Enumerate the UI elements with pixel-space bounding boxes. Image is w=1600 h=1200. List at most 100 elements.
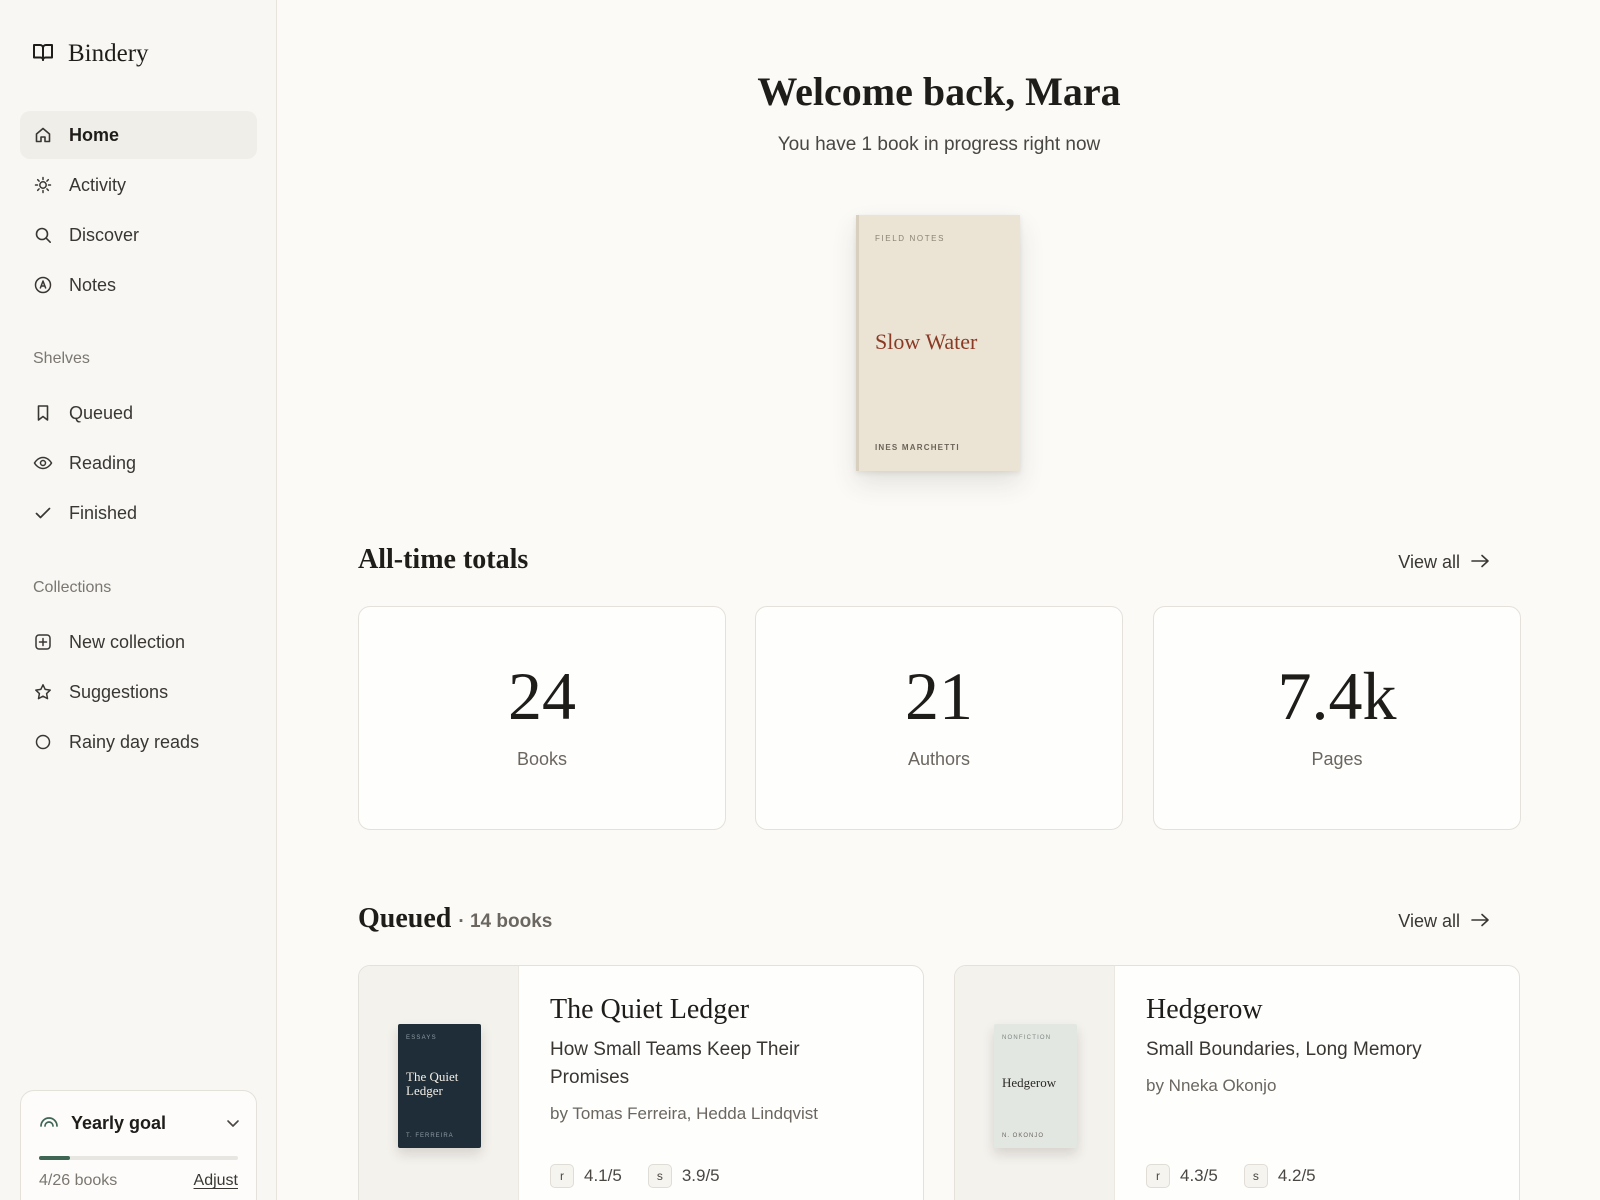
nav-item-activity[interactable]: Activity xyxy=(20,161,257,209)
current-book-cover[interactable]: FIELD NOTES Slow Water INES MARCHETTI xyxy=(856,215,1020,471)
stat-label: Authors xyxy=(907,749,971,769)
bookmark-icon xyxy=(33,403,53,423)
brand[interactable]: Bindery xyxy=(32,40,149,68)
book-ratings: r 4.1/5 s 3.9/5 xyxy=(550,1164,746,1188)
cover-author: T. FERREIRA xyxy=(406,1133,454,1139)
nav-label: Rainy day reads xyxy=(69,731,200,752)
book-author: by Nneka Okonjo xyxy=(1146,1076,1277,1095)
book-subtitle: Small Boundaries, Long Memory xyxy=(1146,1039,1422,1060)
stat-value: 7.4k xyxy=(1277,658,1397,734)
stat-label: Books xyxy=(516,749,568,769)
nav-item-queued[interactable]: Queued xyxy=(20,389,257,437)
totals-view-all-link[interactable]: View all xyxy=(1398,552,1490,573)
at-sign-icon xyxy=(33,275,53,295)
nav-label: Notes xyxy=(69,274,117,295)
cover-author: INES MARCHETTI xyxy=(875,443,960,452)
adjust-goal-link[interactable]: Adjust xyxy=(194,1172,238,1190)
welcome-title: Welcome back, Mara xyxy=(757,69,1121,114)
nav-item-finished[interactable]: Finished xyxy=(20,489,257,537)
book-cover-area: ESSAYS The Quiet Ledger T. FERREIRA xyxy=(359,966,519,1200)
rating-badge-r: r xyxy=(1146,1164,1170,1188)
circle-icon xyxy=(33,732,53,752)
shelves-heading: Shelves xyxy=(33,350,90,367)
view-all-label: View all xyxy=(1398,911,1460,931)
rating-badge-s: s xyxy=(647,1164,672,1188)
main-nav: Home Activity Discover Notes xyxy=(20,111,257,311)
rating-badge-r: r xyxy=(550,1164,574,1188)
yearly-goal-progress-bar xyxy=(39,1156,238,1160)
queued-count: · 14 books xyxy=(458,911,553,932)
nav-item-notes[interactable]: Notes xyxy=(20,261,257,309)
collections-heading: Collections xyxy=(33,579,112,596)
book-ratings: r 4.3/5 s 4.2/5 xyxy=(1146,1164,1342,1188)
nav-label: Reading xyxy=(69,452,137,473)
nav-item-new-collection[interactable]: New collection xyxy=(20,618,257,666)
stat-card-pages: 7.4k Pages xyxy=(1153,606,1521,830)
nav-item-discover[interactable]: Discover xyxy=(20,211,257,259)
app-name: Bindery xyxy=(68,40,149,67)
cover-title: The Quiet Ledger xyxy=(406,1069,459,1098)
nav-label: Queued xyxy=(69,402,134,423)
stat-label: Pages xyxy=(1311,749,1363,769)
book-cover: NONFICTION Hedgerow N. OKONJO xyxy=(994,1024,1077,1148)
yearly-goal-progress-text: 4/26 books xyxy=(39,1172,118,1189)
star-icon xyxy=(33,682,53,702)
nav-item-home[interactable]: Home xyxy=(20,111,257,159)
welcome-subtitle: You have 1 book in progress right now xyxy=(777,134,1101,155)
rating-value: 3.9/5 xyxy=(681,1166,720,1185)
stat-card-authors: 21 Authors xyxy=(755,606,1123,830)
book-title: Hedgerow xyxy=(1146,994,1263,1025)
stat-value: 21 xyxy=(905,658,973,734)
nav-label: Suggestions xyxy=(69,681,169,702)
book-card[interactable]: ESSAYS The Quiet Ledger T. FERREIRA The … xyxy=(358,965,924,1200)
search-icon xyxy=(33,225,53,245)
nav-item-suggestions[interactable]: Suggestions xyxy=(20,668,257,716)
rating-value: 4.3/5 xyxy=(1180,1166,1218,1185)
check-icon xyxy=(33,503,53,523)
book-subtitle: How Small Teams Keep Their Promises xyxy=(550,1039,800,1088)
book-cover: ESSAYS The Quiet Ledger T. FERREIRA xyxy=(398,1024,481,1148)
yearly-goal-header[interactable]: Yearly goal xyxy=(39,1113,240,1134)
book-cover-area: NONFICTION Hedgerow N. OKONJO xyxy=(955,966,1115,1200)
gauge-icon xyxy=(39,1114,59,1133)
main-content: Welcome back, Mara You have 1 book in pr… xyxy=(278,0,1600,1200)
rating-value: 4.2/5 xyxy=(1277,1166,1316,1185)
shelves-nav: Queued Reading Finished xyxy=(20,389,257,539)
cover-kicker: NONFICTION xyxy=(1002,1035,1052,1041)
eye-icon xyxy=(33,453,53,473)
cover-title: Slow Water xyxy=(875,329,978,354)
queued-view-all-link[interactable]: View all xyxy=(1398,911,1490,932)
cover-kicker: ESSAYS xyxy=(406,1035,437,1041)
sidebar: Bindery Home Activity Discover Notes She… xyxy=(0,0,277,1200)
nav-item-rainy-day-reads[interactable]: Rainy day reads xyxy=(20,718,257,766)
nav-label: Discover xyxy=(69,224,140,245)
yearly-goal-progress-fill xyxy=(39,1156,70,1160)
totals-heading: All-time totals xyxy=(358,544,529,575)
chevron-down-icon[interactable] xyxy=(226,1115,240,1133)
nav-label: Activity xyxy=(69,174,127,195)
view-all-label: View all xyxy=(1398,552,1460,572)
queued-title: Queued xyxy=(358,903,452,934)
arrow-right-icon xyxy=(1470,552,1490,573)
yearly-goal-card: Yearly goal 4/26 books Adjust xyxy=(20,1090,257,1200)
nav-label: Finished xyxy=(69,502,138,523)
cover-title: Hedgerow xyxy=(1002,1075,1057,1090)
plus-square-icon xyxy=(33,632,53,652)
book-author: by Tomas Ferreira, Hedda Lindqvist xyxy=(550,1104,819,1123)
rating-value: 4.1/5 xyxy=(584,1166,622,1185)
book-title: The Quiet Ledger xyxy=(550,994,750,1025)
yearly-goal-footer: 4/26 books Adjust xyxy=(39,1172,238,1190)
sun-icon xyxy=(33,175,53,195)
home-icon xyxy=(33,125,53,145)
cover-kicker: FIELD NOTES xyxy=(875,234,946,243)
stat-value: 24 xyxy=(508,658,576,734)
rating-badge-s: s xyxy=(1243,1164,1268,1188)
nav-item-reading[interactable]: Reading xyxy=(20,439,257,487)
book-card[interactable]: NONFICTION Hedgerow N. OKONJO Hedgerow S… xyxy=(954,965,1520,1200)
collections-nav: New collection Suggestions Rainy day rea… xyxy=(20,618,257,768)
book-info: The Quiet Ledger How Small Teams Keep Th… xyxy=(550,994,903,1124)
stat-card-books: 24 Books xyxy=(358,606,726,830)
yearly-goal-title: Yearly goal xyxy=(71,1113,167,1133)
arrow-right-icon xyxy=(1470,911,1490,932)
book-info: Hedgerow Small Boundaries, Long Memory b… xyxy=(1146,994,1499,1096)
